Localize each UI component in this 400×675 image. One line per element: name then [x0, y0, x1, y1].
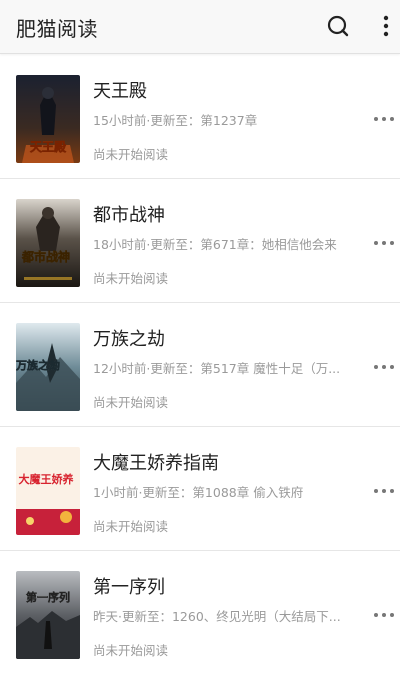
search-button[interactable] [322, 10, 354, 42]
cover-title-text: 第一序列 [26, 590, 70, 604]
book-more-button[interactable] [368, 481, 400, 501]
reading-status: 尚未开始阅读 [93, 271, 169, 286]
reading-status: 尚未开始阅读 [93, 519, 169, 534]
book-update-info: 15小时前·更新至：第1237章 [93, 113, 258, 128]
book-update-info: 18小时前·更新至：第671章：她相信他会来 [93, 237, 337, 252]
search-icon [327, 15, 349, 37]
more-horizontal-icon [374, 241, 394, 245]
more-horizontal-icon [374, 613, 394, 617]
reading-status: 尚未开始阅读 [93, 643, 169, 658]
reading-status: 尚未开始阅读 [93, 147, 169, 162]
book-cover[interactable]: 天王殿 [16, 75, 80, 163]
cover-title-text: 天王殿 [30, 139, 67, 154]
book-cover[interactable]: 都市战神 [16, 199, 80, 287]
book-cover[interactable]: 大魔王娇养 [16, 447, 80, 535]
more-horizontal-icon [374, 489, 394, 493]
app-title: 肥猫阅读 [16, 17, 98, 41]
book-item[interactable]: 万族之劫 万族之劫 12小时前·更新至：第517章 魔性十足（万... 尚未开始… [0, 303, 400, 427]
book-item[interactable]: 第一序列 第一序列 昨天·更新至：1260、终见光明（大结局下... 尚未开始阅… [0, 551, 400, 675]
overflow-menu-button[interactable] [372, 10, 400, 42]
cover-title-text: 万族之劫 [16, 358, 60, 372]
book-more-button[interactable] [368, 357, 400, 377]
book-title: 都市战神 [93, 205, 165, 226]
bookshelf-list: 天王殿 天王殿 15小时前·更新至：第1237章 尚未开始阅读 都市战神 都市战… [0, 55, 400, 675]
book-cover[interactable]: 第一序列 [16, 571, 80, 659]
book-item[interactable]: 都市战神 都市战神 18小时前·更新至：第671章：她相信他会来 尚未开始阅读 [0, 179, 400, 303]
more-horizontal-icon [374, 117, 394, 121]
book-more-button[interactable] [368, 233, 400, 253]
more-horizontal-icon [374, 365, 394, 369]
cover-title-text: 都市战神 [21, 249, 70, 264]
book-update-info: 1小时前·更新至：第1088章 偷入铁府 [93, 485, 304, 500]
book-more-button[interactable] [368, 605, 400, 625]
book-title: 第一序列 [93, 577, 165, 598]
book-item[interactable]: 天王殿 天王殿 15小时前·更新至：第1237章 尚未开始阅读 [0, 55, 400, 179]
book-cover[interactable]: 万族之劫 [16, 323, 80, 411]
book-item[interactable]: 大魔王娇养 大魔王娇养指南 1小时前·更新至：第1088章 偷入铁府 尚未开始阅… [0, 427, 400, 551]
top-app-bar: 肥猫阅读 [0, 0, 400, 54]
cover-title-text: 大魔王娇养 [19, 472, 75, 486]
book-title: 大魔王娇养指南 [93, 453, 219, 474]
reading-status: 尚未开始阅读 [93, 395, 169, 410]
book-update-info: 昨天·更新至：1260、终见光明（大结局下... [93, 609, 341, 624]
book-title: 万族之劫 [93, 329, 165, 350]
more-vertical-icon [383, 15, 389, 37]
book-more-button[interactable] [368, 109, 400, 129]
book-update-info: 12小时前·更新至：第517章 魔性十足（万... [93, 361, 341, 376]
book-title: 天王殿 [93, 81, 147, 102]
